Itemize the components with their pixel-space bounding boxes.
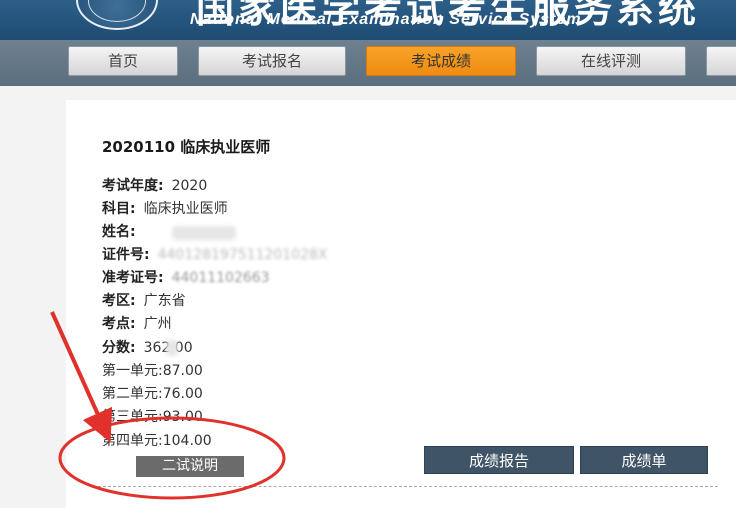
annotation-arrow xyxy=(50,311,113,443)
annotation-circle xyxy=(58,416,286,500)
red-annotation xyxy=(50,311,286,500)
